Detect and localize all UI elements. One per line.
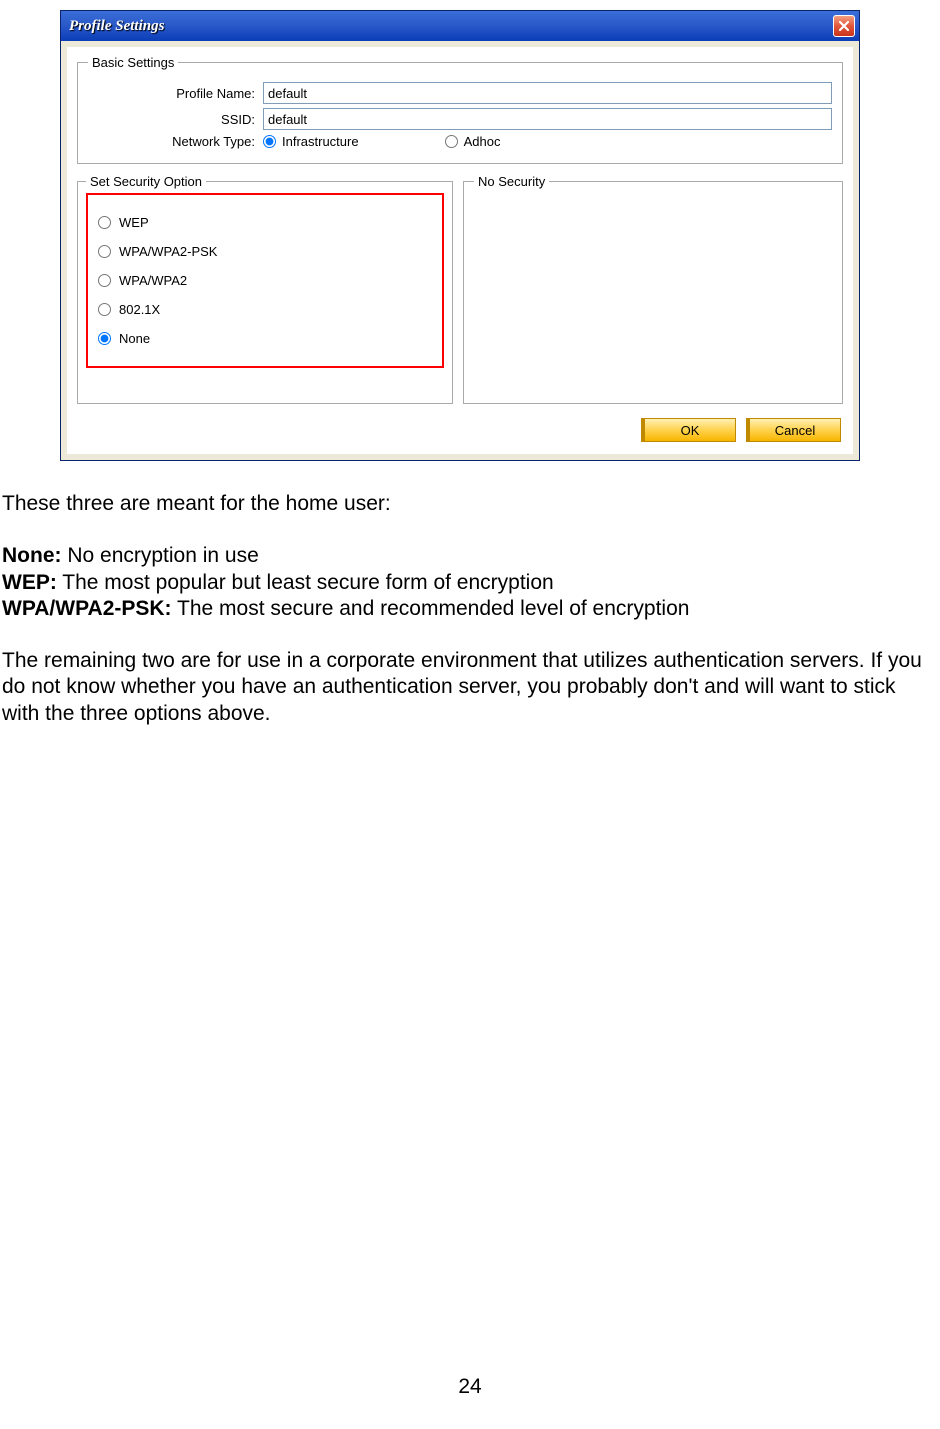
tail-text: The remaining two are for use in a corpo… (2, 648, 938, 727)
profile-name-label: Profile Name: (88, 86, 263, 101)
basic-settings-legend: Basic Settings (88, 55, 178, 70)
radio-wpapsk[interactable] (98, 245, 111, 258)
dialog-buttons: OK Cancel (75, 410, 845, 444)
radio-none-label: None (119, 331, 150, 346)
close-button[interactable] (833, 15, 855, 37)
network-type-infra[interactable]: Infrastructure (263, 134, 359, 149)
radio-wep-label: WEP (119, 215, 149, 230)
security-option-highlight: WEP WPA/WPA2-PSK WPA/WPA2 802.1X None (86, 193, 444, 368)
profile-settings-dialog: Profile Settings Basic Settings Profile … (60, 10, 860, 461)
security-opt-none[interactable]: None (98, 331, 432, 346)
window-title: Profile Settings (69, 18, 164, 35)
radio-adhoc-label: Adhoc (464, 134, 501, 149)
cancel-button[interactable]: Cancel (746, 418, 841, 442)
radio-8021x-label: 802.1X (119, 302, 160, 317)
item-wep: WEP: The most popular but least secure f… (2, 570, 938, 596)
security-opt-wep[interactable]: WEP (98, 215, 432, 230)
radio-infrastructure[interactable] (263, 135, 276, 148)
titlebar: Profile Settings (61, 11, 859, 41)
dialog-body: Basic Settings Profile Name: SSID: Netwo… (67, 47, 853, 454)
basic-settings-group: Basic Settings Profile Name: SSID: Netwo… (77, 55, 843, 164)
ok-button[interactable]: OK (641, 418, 736, 442)
document-text: These three are meant for the home user:… (2, 491, 938, 727)
ssid-label: SSID: (88, 112, 263, 127)
radio-adhoc[interactable] (445, 135, 458, 148)
radio-wpa[interactable] (98, 274, 111, 287)
security-option-legend: Set Security Option (86, 174, 206, 189)
item-wpapsk: WPA/WPA2-PSK: The most secure and recomm… (2, 596, 938, 622)
network-type-label: Network Type: (88, 134, 263, 149)
radio-8021x[interactable] (98, 303, 111, 316)
radio-none[interactable] (98, 332, 111, 345)
radio-wpa-label: WPA/WPA2 (119, 273, 187, 288)
radio-infrastructure-label: Infrastructure (282, 134, 359, 149)
intro-text: These three are meant for the home user: (2, 491, 938, 517)
radio-wep[interactable] (98, 216, 111, 229)
close-icon (838, 20, 850, 32)
security-detail-legend: No Security (474, 174, 549, 189)
profile-name-input[interactable] (263, 82, 832, 104)
security-opt-wpapsk[interactable]: WPA/WPA2-PSK (98, 244, 432, 259)
radio-wpapsk-label: WPA/WPA2-PSK (119, 244, 217, 259)
security-detail-group: No Security (463, 174, 843, 404)
security-opt-8021x[interactable]: 802.1X (98, 302, 432, 317)
network-type-adhoc[interactable]: Adhoc (445, 134, 501, 149)
security-opt-wpa[interactable]: WPA/WPA2 (98, 273, 432, 288)
item-none: None: No encryption in use (2, 543, 938, 569)
ssid-input[interactable] (263, 108, 832, 130)
page-number: 24 (0, 1375, 940, 1399)
network-type-radios: Infrastructure Adhoc (263, 134, 580, 149)
security-option-group: Set Security Option WEP WPA/WPA2-PSK WPA… (77, 174, 453, 404)
